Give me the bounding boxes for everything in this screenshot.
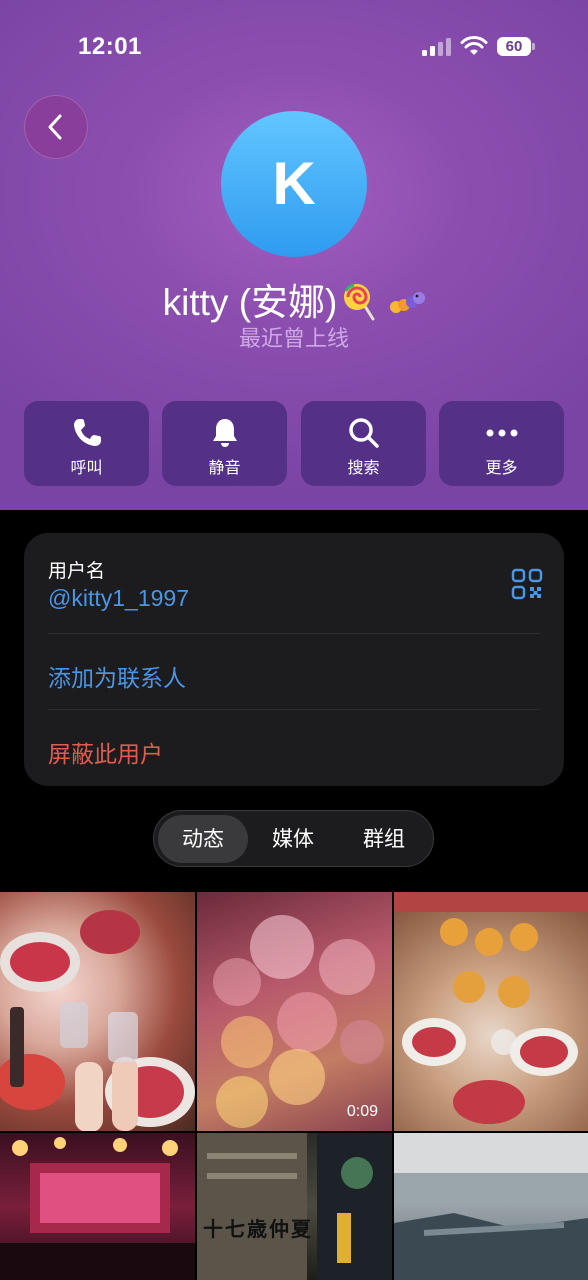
username-value[interactable]: @kitty1_1997 <box>48 585 189 612</box>
media-thumbnail[interactable]: 十七歳仲夏 <box>197 1133 392 1280</box>
cellular-signal-icon <box>422 38 452 56</box>
call-button[interactable]: 呼叫 <box>24 401 149 486</box>
profile-header: 12:01 60 K kitty (安娜) 最近曾上线 呼叫 静音 搜索 更多 <box>0 0 588 510</box>
more-button[interactable]: 更多 <box>439 401 564 486</box>
qr-code-icon[interactable] <box>511 568 543 600</box>
thumbnail-image <box>197 1133 392 1280</box>
username-label: 用户名 <box>48 561 106 582</box>
video-duration: 0:09 <box>346 1103 378 1120</box>
thumbnail-image <box>394 1133 588 1280</box>
chevron-left-icon <box>48 114 62 140</box>
thumbnail-caption: 十七歳仲夏 <box>203 1219 313 1241</box>
search-button[interactable]: 搜索 <box>301 401 426 486</box>
tab-media[interactable]: 媒体 <box>248 811 338 868</box>
search-label: 搜索 <box>347 460 380 477</box>
battery-level: 60 <box>505 38 523 55</box>
caterpillar-emoji-icon <box>389 284 426 326</box>
status-bar: 12:01 60 <box>0 0 588 90</box>
back-button[interactable] <box>24 95 88 159</box>
battery-icon: 60 <box>497 37 531 56</box>
block-user-button[interactable]: 屏蔽此用户 <box>48 735 163 769</box>
more-label: 更多 <box>485 460 518 477</box>
profile-info-card: 用户名 @kitty1_1997 添加为联系人 屏蔽此用户 <box>24 533 564 786</box>
profile-name-text: kitty (安娜) <box>162 282 338 323</box>
avatar[interactable]: K <box>221 111 367 257</box>
divider <box>48 633 540 634</box>
divider <box>48 709 540 710</box>
content-tabs: 动态 媒体 群组 <box>153 810 434 867</box>
media-thumbnail[interactable] <box>0 1133 195 1280</box>
media-thumbnail[interactable] <box>0 892 195 1131</box>
more-icon <box>486 429 517 437</box>
media-thumbnail[interactable] <box>394 1133 588 1280</box>
tab-groups[interactable]: 群组 <box>339 811 429 868</box>
mute-label: 静音 <box>208 460 241 477</box>
status-time: 12:01 <box>78 33 142 60</box>
thumbnail-image <box>213 915 384 1128</box>
media-grid: 0:09 十七歳仲夏 <box>0 892 588 1280</box>
media-thumbnail[interactable] <box>394 892 588 1131</box>
thumbnail-image <box>0 910 195 1131</box>
phone-icon <box>73 419 101 446</box>
battery-tip <box>532 43 535 50</box>
last-seen-status: 最近曾上线 <box>238 326 349 351</box>
wifi-icon <box>460 36 488 55</box>
media-thumbnail[interactable]: 0:09 <box>197 892 392 1131</box>
bell-icon <box>212 419 237 447</box>
add-contact-button[interactable]: 添加为联系人 <box>48 659 186 693</box>
thumbnail-image <box>0 1137 195 1280</box>
thumbnail-image <box>394 892 588 1124</box>
action-bar: 呼叫 静音 搜索 更多 <box>24 401 564 486</box>
mute-button[interactable]: 静音 <box>162 401 287 486</box>
search-icon <box>348 418 379 448</box>
call-label: 呼叫 <box>70 460 103 477</box>
tab-posts[interactable]: 动态 <box>158 811 248 868</box>
